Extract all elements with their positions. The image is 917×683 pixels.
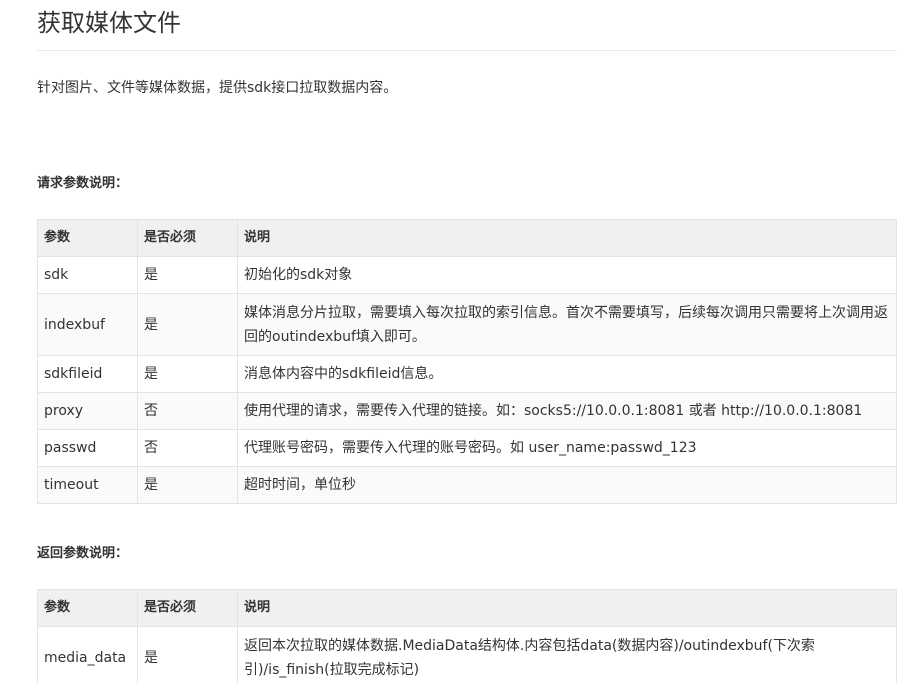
param-desc: 媒体消息分片拉取，需要填入每次拉取的索引信息。首次不需要填写，后续每次调用只需要… bbox=[237, 293, 897, 356]
header-desc: 说明 bbox=[237, 589, 897, 627]
header-required: 是否必须 bbox=[137, 219, 238, 257]
param-required: 是 bbox=[137, 355, 238, 393]
page-title: 获取媒体文件 bbox=[37, 0, 897, 51]
intro-text: 针对图片、文件等媒体数据，提供sdk接口拉取数据内容。 bbox=[37, 80, 398, 96]
header-required: 是否必须 bbox=[137, 589, 238, 627]
request-params-table: 参数 是否必须 说明 sdk 是 初始化的sdk对象 indexbuf 是 媒体… bbox=[37, 219, 897, 504]
param-desc: 消息体内容中的sdkfileid信息。 bbox=[237, 355, 897, 393]
param-name: timeout bbox=[37, 466, 138, 504]
param-desc: 超时时间，单位秒 bbox=[237, 466, 897, 504]
param-name: passwd bbox=[37, 429, 138, 467]
param-name: proxy bbox=[37, 392, 138, 430]
table-header-row: 参数 是否必须 说明 bbox=[37, 589, 897, 627]
table-row: sdkfileid 是 消息体内容中的sdkfileid信息。 bbox=[37, 355, 897, 393]
table-row: media_data 是 返回本次拉取的媒体数据.MediaData结构体.内容… bbox=[37, 626, 897, 683]
param-name: indexbuf bbox=[37, 293, 138, 356]
param-required: 是 bbox=[137, 293, 238, 356]
param-desc: 初始化的sdk对象 bbox=[237, 256, 897, 294]
table-row: timeout 是 超时时间，单位秒 bbox=[37, 466, 897, 504]
param-required: 是 bbox=[137, 466, 238, 504]
param-desc: 使用代理的请求，需要传入代理的链接。如：socks5://10.0.0.1:80… bbox=[237, 392, 897, 430]
param-required: 是 bbox=[137, 626, 238, 683]
table-row: indexbuf 是 媒体消息分片拉取，需要填入每次拉取的索引信息。首次不需要填… bbox=[37, 293, 897, 356]
param-required: 否 bbox=[137, 392, 238, 430]
table-row: proxy 否 使用代理的请求，需要传入代理的链接。如：socks5://10.… bbox=[37, 392, 897, 430]
request-params-label: 请求参数说明： bbox=[37, 176, 129, 191]
document-page: 获取媒体文件 针对图片、文件等媒体数据，提供sdk接口拉取数据内容。 请求参数说… bbox=[37, 0, 897, 683]
response-params-label: 返回参数说明： bbox=[37, 546, 129, 561]
table-row: passwd 否 代理账号密码，需要传入代理的账号密码。如 user_name:… bbox=[37, 429, 897, 467]
param-required: 是 bbox=[137, 256, 238, 294]
param-name: media_data bbox=[37, 626, 138, 683]
header-param: 参数 bbox=[37, 219, 138, 257]
header-desc: 说明 bbox=[237, 219, 897, 257]
header-param: 参数 bbox=[37, 589, 138, 627]
param-required: 否 bbox=[137, 429, 238, 467]
param-name: sdkfileid bbox=[37, 355, 138, 393]
table-header-row: 参数 是否必须 说明 bbox=[37, 219, 897, 257]
param-desc: 返回本次拉取的媒体数据.MediaData结构体.内容包括data(数据内容)/… bbox=[237, 626, 897, 683]
table-row: sdk 是 初始化的sdk对象 bbox=[37, 256, 897, 294]
param-desc: 代理账号密码，需要传入代理的账号密码。如 user_name:passwd_12… bbox=[237, 429, 897, 467]
param-name: sdk bbox=[37, 256, 138, 294]
response-params-table: 参数 是否必须 说明 media_data 是 返回本次拉取的媒体数据.Medi… bbox=[37, 589, 897, 683]
